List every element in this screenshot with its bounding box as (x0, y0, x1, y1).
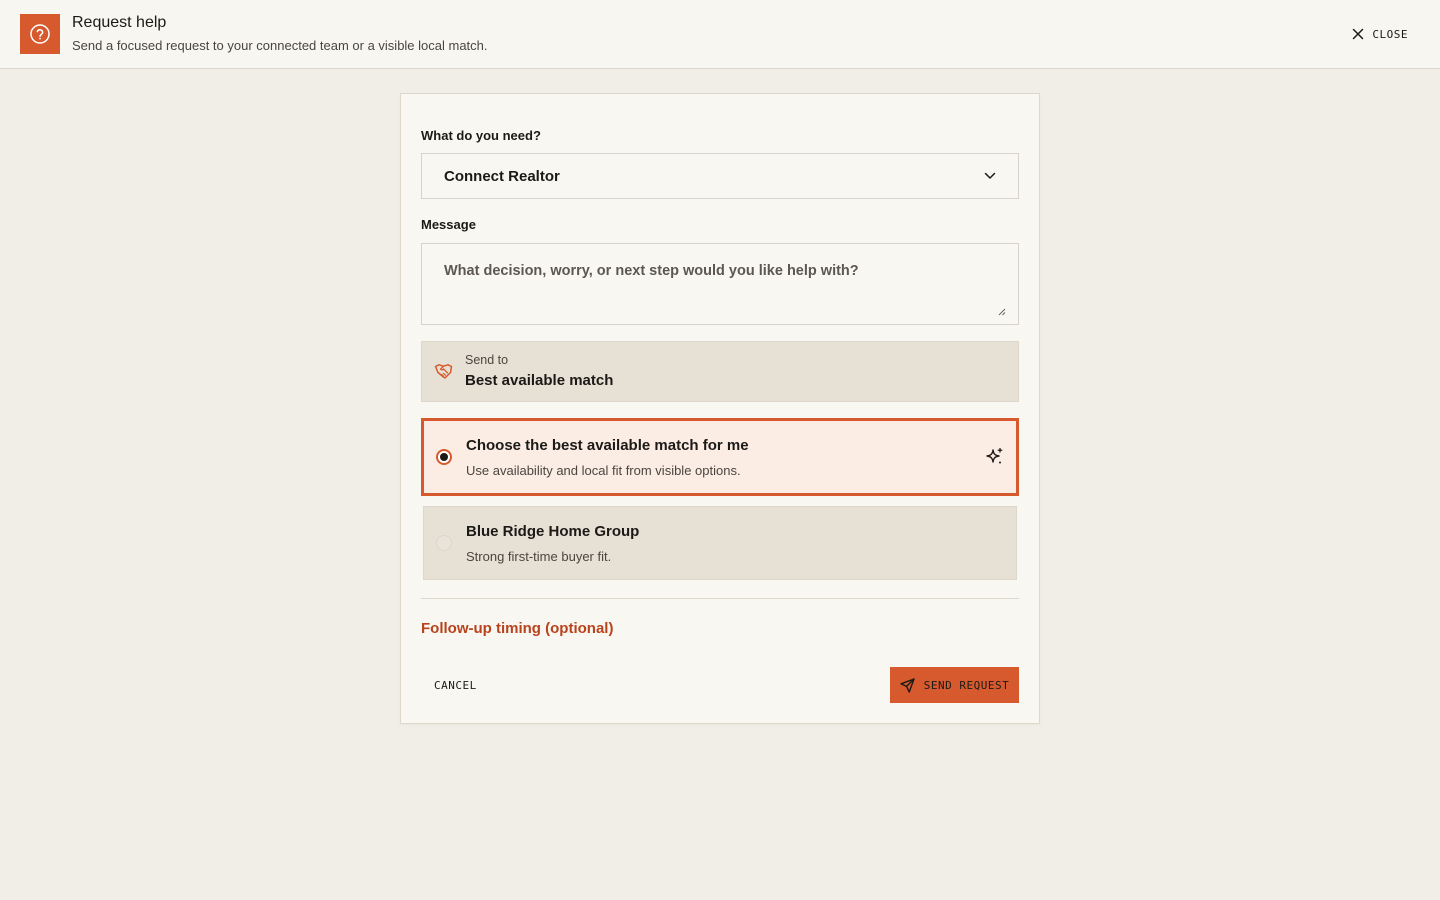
need-label: What do you need? (421, 128, 541, 143)
help-circle-icon (20, 14, 60, 54)
option-description: Strong first-time buyer fit. (466, 549, 612, 564)
message-label: Message (421, 217, 476, 232)
top-bar: Request help Send a focused request to y… (0, 0, 1440, 69)
send-icon (900, 677, 915, 693)
request-form-card: What do you need? Connect Realtor Messag… (400, 93, 1040, 724)
radio-unselected[interactable] (436, 535, 452, 551)
resize-handle-icon[interactable] (998, 308, 1006, 316)
sparkle-icon (986, 447, 1003, 464)
close-label: CLOSE (1372, 27, 1408, 41)
send-to-value: Best available match (465, 372, 614, 389)
option-description: Use availability and local fit from visi… (466, 463, 741, 478)
need-select[interactable]: Connect Realtor (421, 153, 1019, 199)
option-title: Choose the best available match for me (466, 437, 749, 454)
dialog-subtitle: Send a focused request to your connected… (72, 38, 488, 53)
option-best-match[interactable]: Choose the best available match for me U… (421, 418, 1019, 496)
followup-timing-toggle[interactable]: Follow-up timing (optional) (421, 620, 613, 637)
send-to-summary: Send to Best available match (421, 341, 1019, 402)
divider (421, 598, 1019, 599)
cancel-button[interactable]: CANCEL (421, 668, 490, 702)
message-placeholder: What decision, worry, or next step would… (444, 263, 859, 279)
close-button[interactable]: CLOSE (1352, 24, 1408, 44)
option-title: Blue Ridge Home Group (466, 523, 640, 540)
need-select-value: Connect Realtor (444, 167, 560, 185)
chevron-down-icon (984, 172, 996, 179)
option-blue-ridge[interactable]: Blue Ridge Home Group Strong first-time … (423, 506, 1017, 580)
radio-selected[interactable] (436, 449, 452, 465)
message-textarea[interactable]: What decision, worry, or next step would… (421, 243, 1019, 325)
send-label: SEND REQUEST (923, 678, 1010, 692)
send-request-button[interactable]: SEND REQUEST (890, 667, 1019, 703)
handshake-icon (434, 364, 453, 379)
send-to-caption: Send to (465, 353, 509, 367)
dialog-title: Request help (72, 14, 167, 31)
cancel-label: CANCEL (434, 678, 477, 692)
close-icon (1353, 28, 1364, 40)
